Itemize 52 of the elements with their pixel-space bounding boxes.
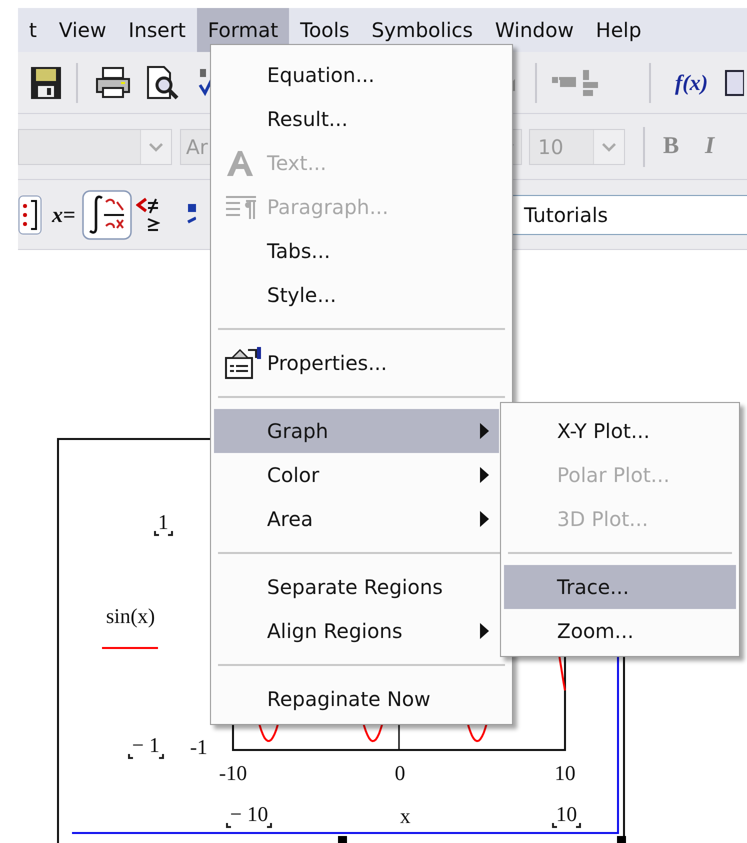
tick-label: -1 bbox=[190, 737, 208, 758]
properties-icon bbox=[224, 346, 262, 380]
menu-item[interactable]: Separate Regions bbox=[214, 565, 499, 609]
menu-item[interactable]: Repaginate Now bbox=[214, 677, 499, 721]
tick-label: 10 bbox=[554, 763, 576, 784]
lower-limit[interactable]: − 1 bbox=[128, 735, 164, 759]
menu-item[interactable]: Align Regions bbox=[214, 609, 499, 653]
tick-label: 0 bbox=[394, 763, 406, 784]
x-max-limit[interactable]: 10 bbox=[552, 804, 581, 828]
menu-item[interactable]: Equation... bbox=[214, 53, 499, 97]
menu-item[interactable]: Window bbox=[484, 8, 585, 52]
menu-item[interactable]: Tools bbox=[289, 8, 360, 52]
menu-item[interactable]: Result... bbox=[214, 97, 499, 141]
resources-field[interactable]: Tutorials bbox=[510, 194, 747, 234]
chevron-icon bbox=[148, 142, 164, 152]
y-axis-expression[interactable]: sin(x) bbox=[106, 606, 155, 627]
style-dropdown[interactable] bbox=[18, 128, 172, 164]
menu-item[interactable]: Properties... bbox=[214, 341, 499, 385]
menu-item[interactable]: View bbox=[48, 8, 118, 52]
matrix-icon bbox=[18, 194, 42, 234]
text-style-icon bbox=[224, 149, 256, 177]
menu-item[interactable]: Area bbox=[214, 497, 499, 541]
menu-item[interactable]: Insert bbox=[117, 8, 197, 52]
resize-handle[interactable] bbox=[338, 836, 347, 843]
chevron-icon bbox=[601, 142, 617, 152]
print-preview-icon bbox=[146, 66, 180, 100]
align-left-icon bbox=[581, 68, 599, 98]
calculus-icon bbox=[82, 190, 132, 240]
printer-icon bbox=[95, 66, 131, 98]
save-icon bbox=[30, 66, 62, 100]
menu-item[interactable]: Trace... bbox=[504, 565, 736, 609]
paragraph-icon bbox=[224, 193, 258, 221]
menu-item[interactable]: Graph bbox=[214, 409, 499, 453]
evaluate-button[interactable]: x= bbox=[50, 202, 78, 228]
menu-item[interactable]: X-Y Plot... bbox=[504, 409, 736, 453]
function-button[interactable]: f(x) bbox=[673, 70, 710, 96]
menu-item[interactable]: Symbolics bbox=[360, 8, 484, 52]
resize-handle[interactable] bbox=[617, 836, 626, 843]
legend-line bbox=[102, 647, 158, 649]
menu-item[interactable]: t bbox=[18, 8, 48, 52]
menu-item[interactable]: Help bbox=[584, 8, 652, 52]
menu-item[interactable]: Style... bbox=[214, 273, 499, 317]
x-axis-label[interactable]: x bbox=[400, 806, 410, 827]
x-min-limit[interactable]: − 10 bbox=[226, 804, 272, 828]
menu-item[interactable]: Zoom... bbox=[504, 609, 736, 653]
menu-item[interactable]: Color bbox=[214, 453, 499, 497]
spell-check-icon bbox=[198, 66, 210, 98]
font-size: 10 bbox=[537, 134, 564, 158]
toolbar-icon bbox=[724, 68, 744, 98]
tick-label: -10 bbox=[219, 763, 247, 784]
menu-item[interactable]: Tabs... bbox=[214, 229, 499, 273]
upper-limit[interactable]: 1 bbox=[154, 512, 172, 536]
